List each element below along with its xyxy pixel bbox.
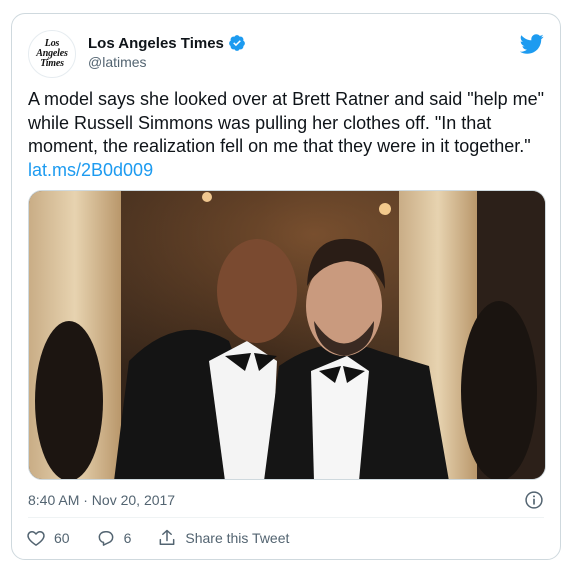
like-button[interactable]: 60 (26, 528, 70, 548)
share-button[interactable]: Share this Tweet (157, 528, 289, 548)
info-icon[interactable] (524, 490, 544, 510)
twitter-bird-icon[interactable] (520, 32, 544, 56)
share-label: Share this Tweet (185, 530, 290, 546)
heart-icon (27, 531, 45, 546)
like-count: 60 (54, 530, 70, 546)
tweet-card[interactable]: Los Angeles Times Los Angeles Times @lat… (11, 13, 561, 560)
reply-button[interactable]: 6 (96, 528, 132, 548)
tweet-link[interactable]: lat.ms/2B0d009 (28, 160, 153, 180)
photo-illustration (29, 191, 545, 479)
tweet-timestamp[interactable]: 8:40 AM · Nov 20, 2017 (28, 492, 175, 508)
reply-icon (98, 531, 113, 546)
verified-badge-icon (229, 35, 245, 51)
avatar[interactable]: Los Angeles Times (28, 30, 76, 78)
tweet-photo[interactable] (28, 190, 546, 480)
divider (28, 517, 544, 518)
reply-count: 6 (123, 530, 132, 546)
tweet-text: A model says she looked over at Brett Ra… (28, 88, 546, 182)
share-icon (159, 529, 175, 545)
author-name-row[interactable]: Los Angeles Times (88, 34, 246, 52)
display-name[interactable]: Los Angeles Times (88, 35, 224, 52)
avatar-line-3: Times (40, 58, 64, 69)
tweet-body: A model says she looked over at Brett Ra… (28, 89, 545, 156)
account-handle[interactable]: @latimes (88, 54, 147, 70)
tweet-actions: 60 6 Share this Tweet (26, 528, 315, 548)
